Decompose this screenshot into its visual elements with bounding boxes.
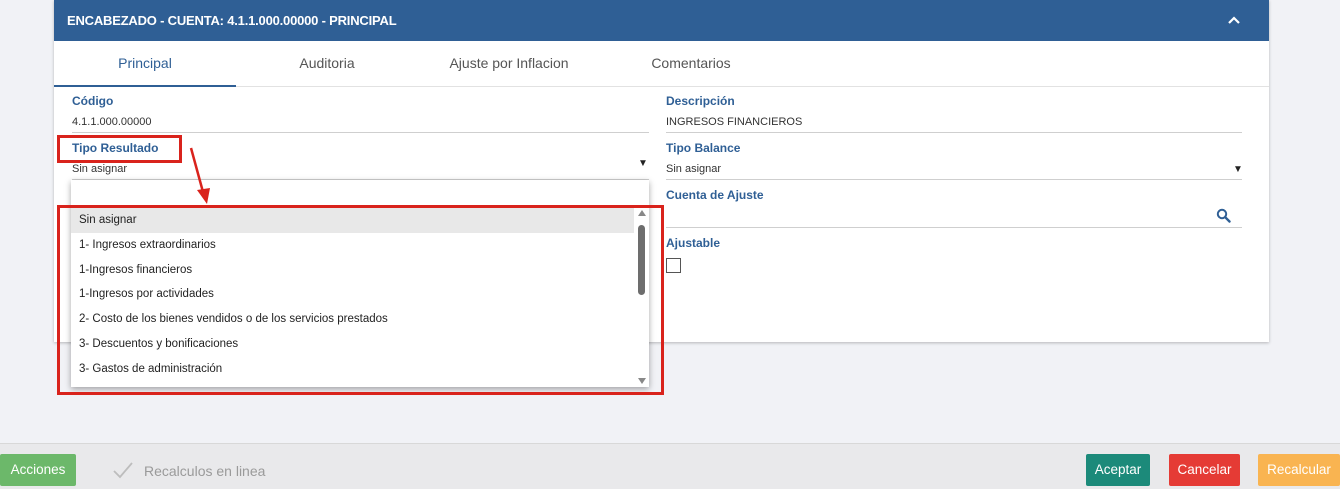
- check-icon: [113, 462, 133, 479]
- ajustable-label: Ajustable: [666, 236, 721, 250]
- codigo-underline: [72, 132, 649, 133]
- tab-bar: Principal Auditoria Ajuste por Inflacion…: [54, 41, 1269, 87]
- tab-ajuste-inflacion[interactable]: Ajuste por Inflacion: [418, 41, 600, 87]
- acciones-button[interactable]: Acciones: [0, 454, 76, 486]
- recalc-label: Recalculos en linea: [144, 463, 266, 479]
- tipo-balance-label: Tipo Balance: [666, 141, 741, 155]
- tab-comentarios[interactable]: Comentarios: [600, 41, 782, 87]
- descripcion-field[interactable]: INGRESOS FINANCIEROS: [666, 116, 802, 128]
- chevron-up-icon[interactable]: [1227, 14, 1241, 26]
- cuenta-ajuste-underline: [666, 227, 1242, 228]
- codigo-label: Código: [72, 94, 114, 108]
- descripcion-label: Descripción: [666, 94, 735, 108]
- annotation-arrow-icon: [189, 147, 210, 204]
- aceptar-button[interactable]: Aceptar: [1086, 454, 1150, 486]
- ajustable-checkbox[interactable]: [666, 258, 681, 273]
- annotation-box-dropdown: [57, 205, 664, 395]
- footer-toolbar: Acciones Recalculos en linea Aceptar Can…: [0, 443, 1340, 489]
- caret-down-icon[interactable]: ▼: [1233, 164, 1243, 175]
- cuenta-ajuste-label: Cuenta de Ajuste: [666, 188, 764, 202]
- tipo-resultado-select[interactable]: Sin asignar: [72, 163, 127, 175]
- panel-header: ENCABEZADO - CUENTA: 4.1.1.000.00000 - P…: [54, 0, 1269, 41]
- codigo-field[interactable]: 4.1.1.000.00000: [72, 116, 152, 128]
- annotation-box-label: [57, 135, 182, 163]
- tipo-balance-underline: [666, 179, 1242, 180]
- cuenta-ajuste-field[interactable]: [666, 208, 1206, 224]
- tipo-balance-select[interactable]: Sin asignar: [666, 163, 721, 175]
- dropdown-search-input[interactable]: [71, 180, 649, 205]
- tab-principal[interactable]: Principal: [54, 41, 236, 87]
- panel-title: ENCABEZADO - CUENTA: 4.1.1.000.00000 - P…: [67, 13, 397, 28]
- descripcion-underline: [666, 132, 1242, 133]
- cancelar-button[interactable]: Cancelar: [1169, 454, 1240, 486]
- recalcular-button[interactable]: Recalcular: [1258, 454, 1340, 486]
- tab-auditoria[interactable]: Auditoria: [236, 41, 418, 87]
- caret-down-icon[interactable]: ▼: [638, 158, 648, 169]
- search-icon[interactable]: [1216, 208, 1231, 223]
